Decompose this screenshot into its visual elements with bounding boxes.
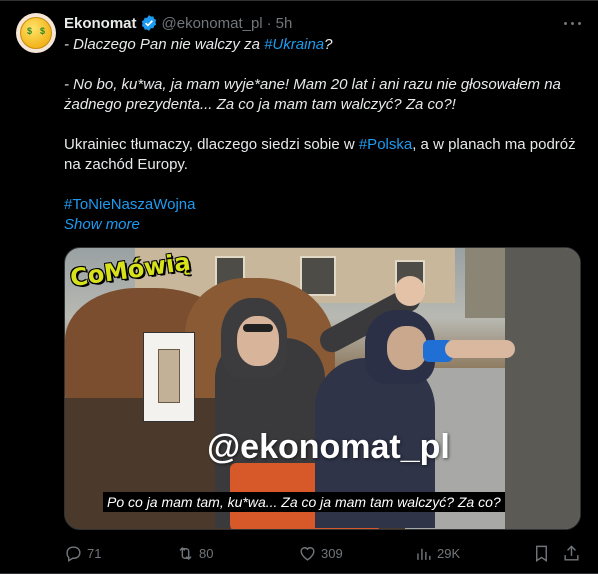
text-line-description: Ukrainiec tłumaczy, dlaczego siedzi sobi…	[64, 136, 576, 173]
hashtag-polska[interactable]: #Polska	[359, 136, 412, 153]
repost-icon	[179, 546, 192, 560]
handle[interactable]: @ekonomat_pl	[162, 15, 263, 32]
verified-badge-icon	[141, 15, 156, 31]
views-button[interactable]: 29K	[414, 541, 460, 565]
money-face-emoji-icon: $ $	[20, 17, 52, 49]
video-watermark: @ekonomat_pl	[207, 428, 450, 466]
tweet[interactable]: $ $ Ekonomat @ekonomat_pl · 5h - Dlaczego…	[0, 0, 598, 574]
repost-count: 80	[199, 545, 214, 561]
reply-icon	[66, 545, 81, 562]
action-bar: 71 80 309 29K	[64, 541, 584, 565]
more-icon[interactable]	[560, 13, 584, 33]
video-subtitle: Po co ja mam tam, ku*wa... Za co ja mam …	[103, 492, 505, 512]
reply-button[interactable]: 71	[64, 541, 101, 565]
display-name[interactable]: Ekonomat	[64, 15, 137, 32]
repost-button[interactable]: 80	[176, 541, 213, 565]
like-icon	[300, 546, 315, 561]
tweet-header: Ekonomat @ekonomat_pl · 5h	[64, 13, 292, 33]
like-count: 309	[321, 545, 343, 561]
text-line-question: - Dlaczego Pan nie walczy za #Ukraina?	[64, 36, 333, 53]
separator-dot: ·	[266, 14, 272, 32]
bookmark-button[interactable]	[532, 541, 555, 565]
share-button[interactable]	[562, 541, 585, 565]
like-button[interactable]: 309	[298, 541, 343, 565]
timestamp[interactable]: 5h	[276, 15, 293, 32]
reply-count: 71	[87, 545, 102, 561]
views-icon	[417, 548, 431, 560]
hashtag-ukraina[interactable]: #Ukraina	[264, 36, 324, 53]
text-line-answer: - No bo, ku*wa, ja mam wyje*ane! Mam 20 …	[64, 76, 561, 113]
share-icon	[564, 544, 579, 561]
show-more-link[interactable]: Show more	[64, 216, 140, 233]
hashtag-tonienaszawojna[interactable]: #ToNieNaszaWojna	[64, 196, 195, 213]
bookmark-icon	[536, 545, 547, 562]
tweet-text: - Dlaczego Pan nie walczy za #Ukraina? -…	[64, 35, 579, 235]
avatar[interactable]: $ $	[16, 13, 56, 53]
views-count: 29K	[437, 545, 461, 561]
poster-sign	[143, 332, 195, 422]
video-media[interactable]: CoMówią @ekonomat_pl Po co ja mam tam, k…	[64, 247, 581, 530]
